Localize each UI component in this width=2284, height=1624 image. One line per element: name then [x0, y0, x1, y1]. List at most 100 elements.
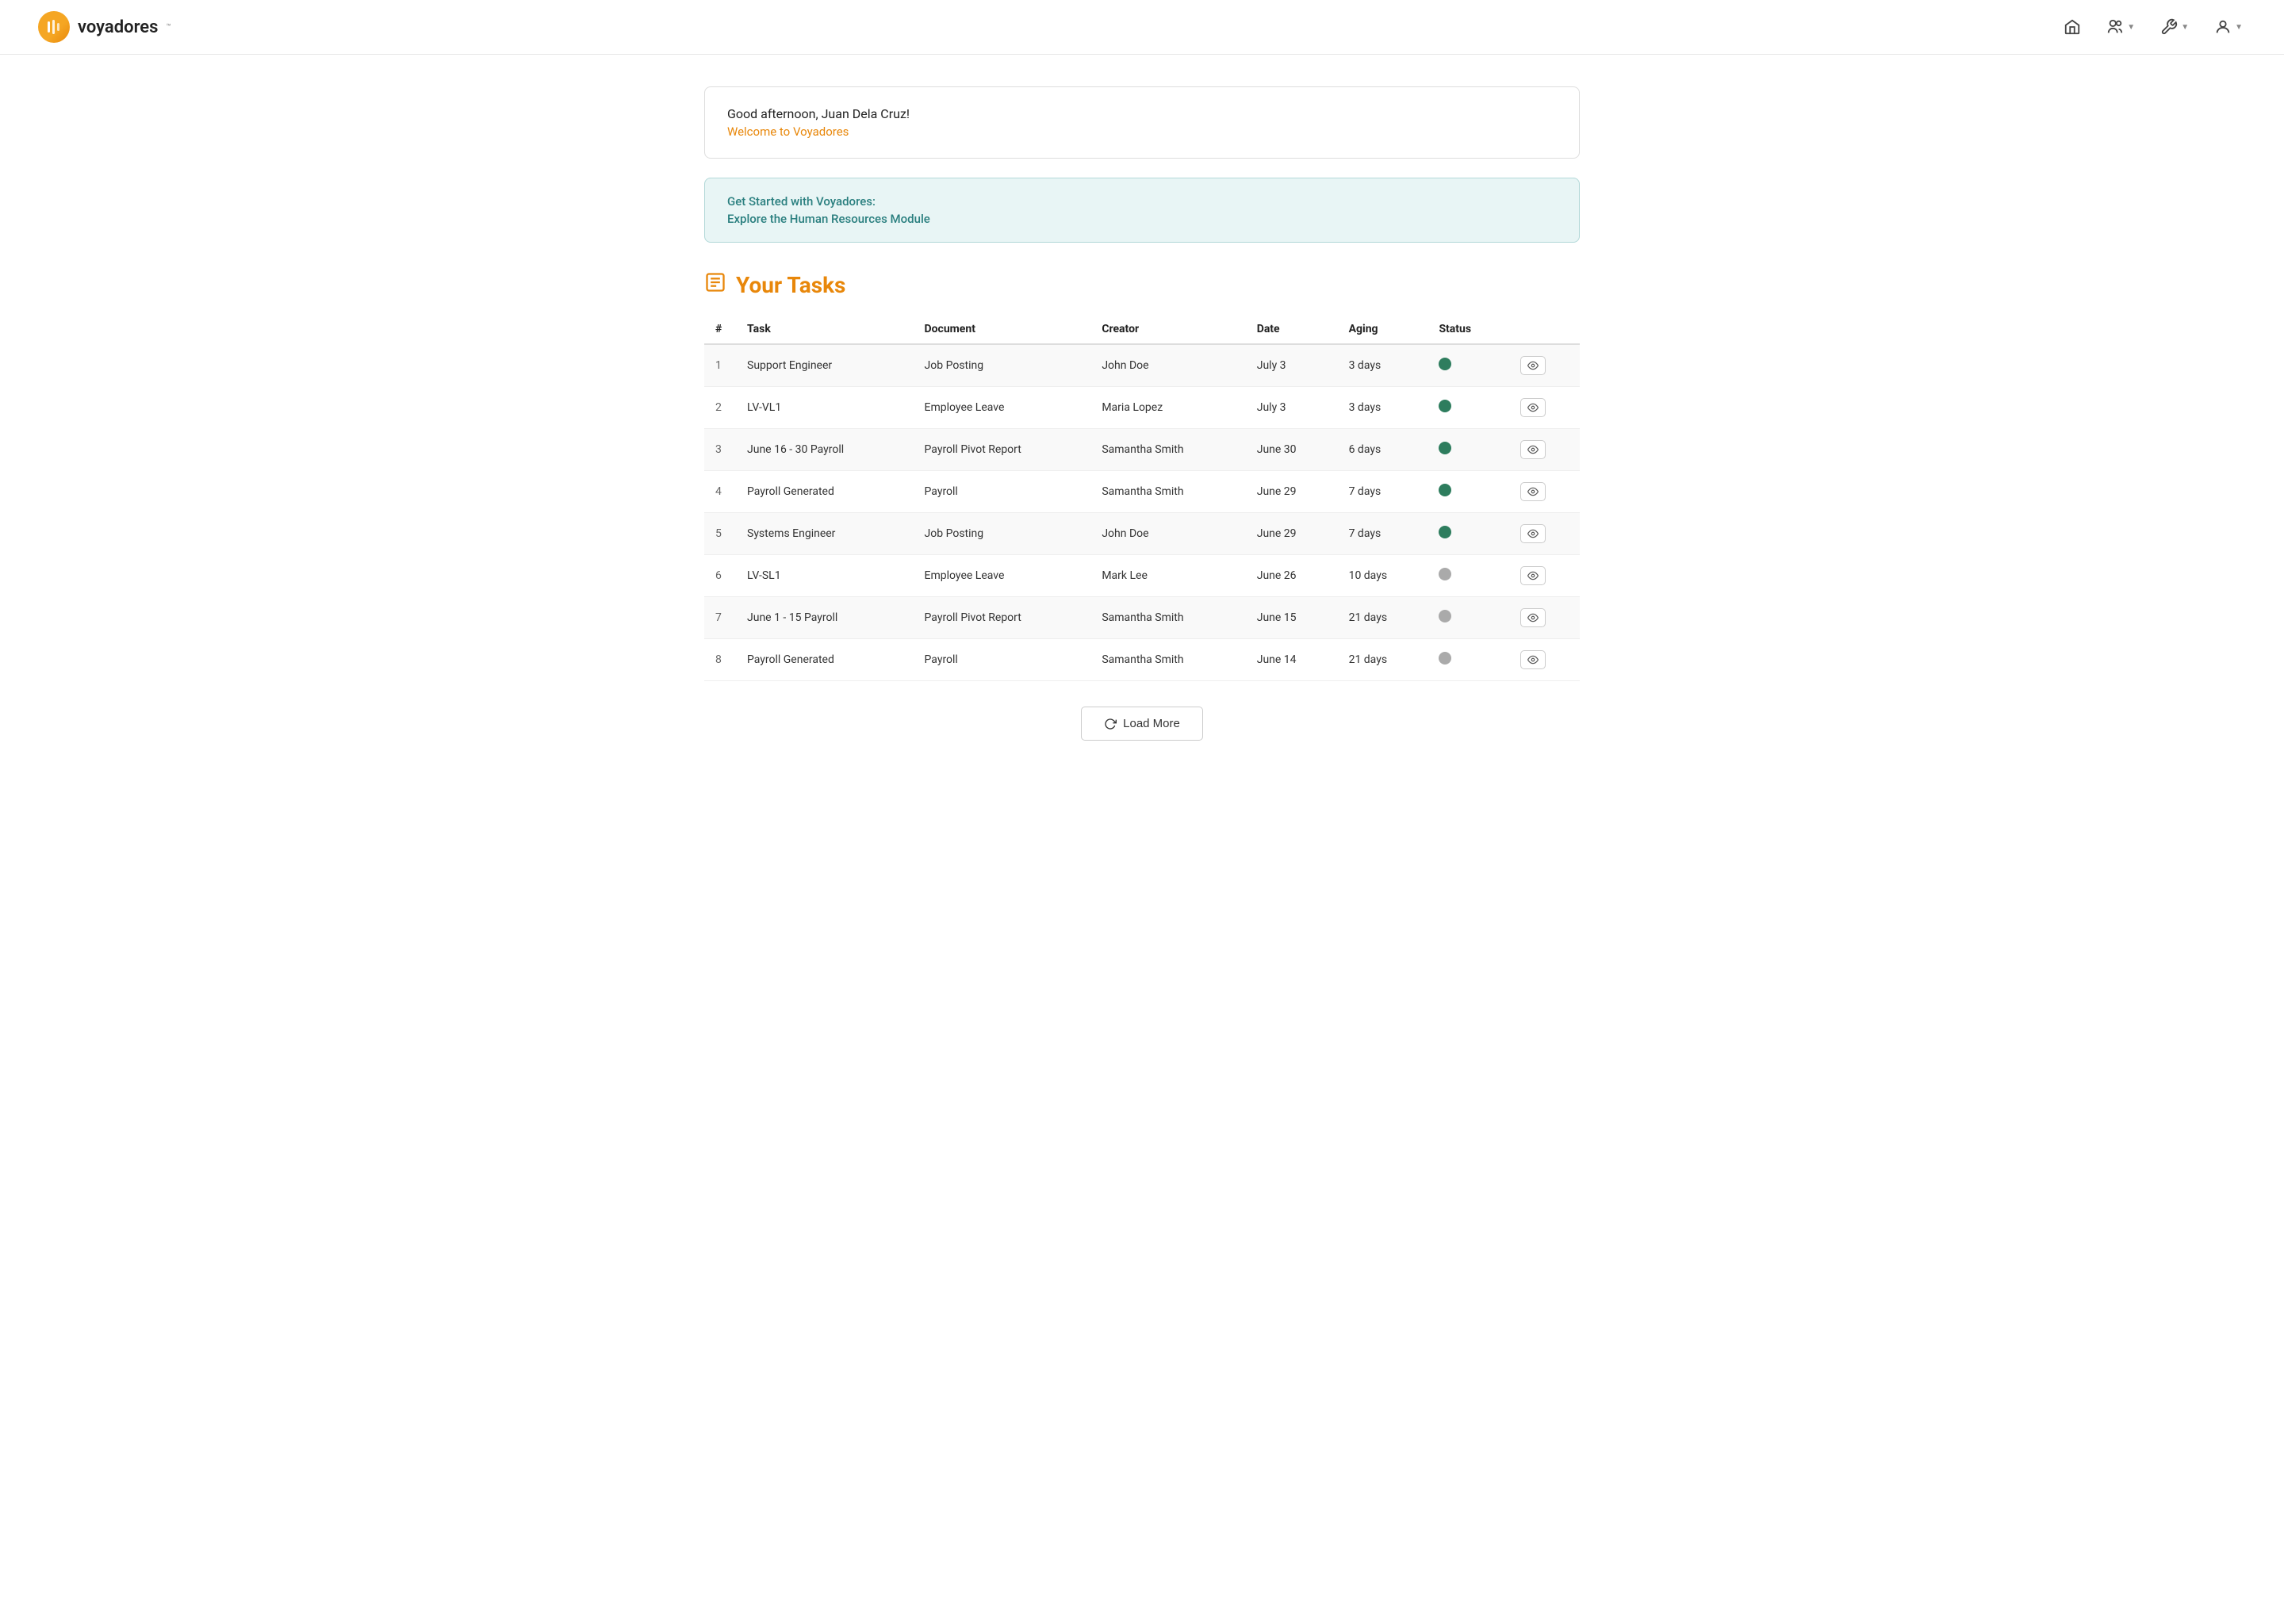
load-more-row: Load More — [704, 707, 1580, 741]
col-header-aging: Aging — [1338, 315, 1428, 344]
get-started-link[interactable]: Explore the Human Resources Module — [727, 212, 930, 226]
cell-document: Payroll — [914, 639, 1091, 681]
cell-document: Payroll Pivot Report — [914, 429, 1091, 471]
table-row: 7June 1 - 15 PayrollPayroll Pivot Report… — [704, 597, 1580, 639]
greeting-sub: Welcome to Voyadores — [727, 124, 1557, 139]
users-nav-button[interactable]: ▼ — [2103, 15, 2138, 39]
cell-num: 3 — [704, 429, 736, 471]
cell-creator: Samantha Smith — [1090, 639, 1245, 681]
table-row: 1Support EngineerJob PostingJohn DoeJuly… — [704, 344, 1580, 387]
cell-status — [1428, 597, 1508, 639]
cell-action — [1509, 513, 1580, 555]
main-content: Good afternoon, Juan Dela Cruz! Welcome … — [666, 55, 1618, 772]
col-header-status: Status — [1428, 315, 1508, 344]
status-dot — [1439, 358, 1451, 370]
cell-status — [1428, 639, 1508, 681]
cell-task: Support Engineer — [736, 344, 914, 387]
view-button[interactable] — [1520, 356, 1546, 375]
view-button[interactable] — [1520, 482, 1546, 501]
cell-date: June 29 — [1246, 513, 1338, 555]
users-caret-icon: ▼ — [2127, 23, 2135, 32]
cell-aging: 6 days — [1338, 429, 1428, 471]
load-more-label: Load More — [1123, 717, 1180, 730]
get-started-card: Get Started with Voyadores: Explore the … — [704, 178, 1580, 243]
cell-aging: 7 days — [1338, 471, 1428, 513]
view-button[interactable] — [1520, 440, 1546, 459]
load-more-button[interactable]: Load More — [1081, 707, 1203, 741]
cell-creator: John Doe — [1090, 513, 1245, 555]
table-row: 5Systems EngineerJob PostingJohn DoeJune… — [704, 513, 1580, 555]
cell-date: July 3 — [1246, 387, 1338, 429]
cell-creator: Mark Lee — [1090, 555, 1245, 597]
table-row: 6LV-SL1Employee LeaveMark LeeJune 2610 d… — [704, 555, 1580, 597]
cell-action — [1509, 387, 1580, 429]
status-dot — [1439, 652, 1451, 665]
cell-action — [1509, 639, 1580, 681]
cell-status — [1428, 555, 1508, 597]
cell-creator: John Doe — [1090, 344, 1245, 387]
cell-num: 5 — [704, 513, 736, 555]
cell-action — [1509, 597, 1580, 639]
brand-logo-link[interactable]: voyadores™ — [38, 11, 171, 43]
status-dot — [1439, 526, 1451, 538]
cell-task: Systems Engineer — [736, 513, 914, 555]
table-row: 4Payroll GeneratedPayrollSamantha SmithJ… — [704, 471, 1580, 513]
cell-action — [1509, 555, 1580, 597]
cell-document: Employee Leave — [914, 555, 1091, 597]
greeting-card: Good afternoon, Juan Dela Cruz! Welcome … — [704, 86, 1580, 159]
brand-logo-icon — [38, 11, 70, 43]
tools-nav-button[interactable]: ▼ — [2157, 15, 2192, 39]
table-row: 3June 16 - 30 PayrollPayroll Pivot Repor… — [704, 429, 1580, 471]
status-dot — [1439, 400, 1451, 412]
table-header: # Task Document Creator Date Aging Statu… — [704, 315, 1580, 344]
cell-creator: Samantha Smith — [1090, 429, 1245, 471]
cell-date: June 26 — [1246, 555, 1338, 597]
status-dot — [1439, 484, 1451, 496]
cell-creator: Samantha Smith — [1090, 471, 1245, 513]
col-header-num: # — [704, 315, 736, 344]
cell-aging: 3 days — [1338, 387, 1428, 429]
view-button[interactable] — [1520, 566, 1546, 585]
cell-document: Payroll — [914, 471, 1091, 513]
cell-task: June 16 - 30 Payroll — [736, 429, 914, 471]
cell-aging: 21 days — [1338, 597, 1428, 639]
table-row: 2LV-VL1Employee LeaveMaria LopezJuly 33 … — [704, 387, 1580, 429]
cell-aging: 21 days — [1338, 639, 1428, 681]
cell-aging: 7 days — [1338, 513, 1428, 555]
home-nav-button[interactable] — [2060, 15, 2084, 39]
cell-date: June 30 — [1246, 429, 1338, 471]
tasks-icon — [704, 271, 726, 299]
view-button[interactable] — [1520, 650, 1546, 669]
brand-tm: ™ — [166, 23, 171, 32]
status-dot — [1439, 442, 1451, 454]
cell-num: 2 — [704, 387, 736, 429]
cell-action — [1509, 429, 1580, 471]
tasks-table: # Task Document Creator Date Aging Statu… — [704, 315, 1580, 681]
cell-task: LV-SL1 — [736, 555, 914, 597]
navbar-icons: ▼ ▼ ▼ — [2060, 15, 2246, 39]
cell-num: 6 — [704, 555, 736, 597]
view-button[interactable] — [1520, 398, 1546, 417]
section-title: Your Tasks — [736, 272, 845, 298]
col-header-task: Task — [736, 315, 914, 344]
cell-creator: Maria Lopez — [1090, 387, 1245, 429]
cell-date: June 14 — [1246, 639, 1338, 681]
cell-status — [1428, 513, 1508, 555]
section-title-row: Your Tasks — [704, 271, 1580, 299]
profile-nav-button[interactable]: ▼ — [2211, 15, 2246, 39]
view-button[interactable] — [1520, 608, 1546, 627]
tasks-tbody: 1Support EngineerJob PostingJohn DoeJuly… — [704, 344, 1580, 681]
cell-num: 7 — [704, 597, 736, 639]
navbar: voyadores™ ▼ ▼ — [0, 0, 2284, 55]
cell-status — [1428, 429, 1508, 471]
load-more-icon — [1104, 718, 1117, 730]
get-started-title: Get Started with Voyadores: — [727, 194, 1557, 209]
cell-action — [1509, 471, 1580, 513]
col-header-creator: Creator — [1090, 315, 1245, 344]
cell-status — [1428, 344, 1508, 387]
cell-action — [1509, 344, 1580, 387]
view-button[interactable] — [1520, 524, 1546, 543]
tools-caret-icon: ▼ — [2181, 23, 2189, 32]
table-row: 8Payroll GeneratedPayrollSamantha SmithJ… — [704, 639, 1580, 681]
cell-status — [1428, 471, 1508, 513]
